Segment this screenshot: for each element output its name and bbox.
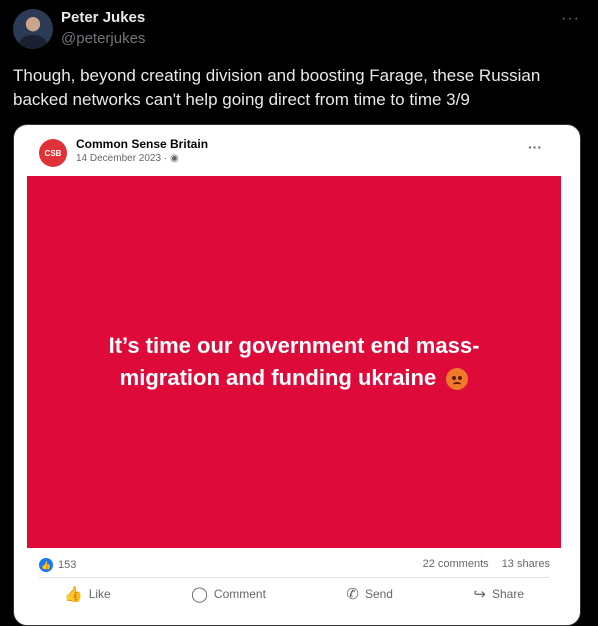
like-badge-icon: 👍	[39, 558, 53, 572]
engagement-counts: 22 comments 13 shares	[423, 558, 550, 570]
post-date: 14 December 2023 · ◉	[76, 153, 179, 164]
share-button[interactable]: ↪ Share	[448, 585, 549, 603]
post-actions: 👍 Like ◯ Comment ✆ Send ↪ Share	[39, 585, 549, 603]
thumbs-up-icon: 👍	[64, 586, 83, 603]
author-name[interactable]: Peter Jukes	[61, 9, 145, 26]
angry-face-icon	[446, 368, 469, 391]
post-banner: It’s time our government end mass-migrat…	[27, 176, 561, 548]
embedded-post-image[interactable]: CSB Common Sense Britain 14 December 202…	[13, 124, 581, 626]
tweet-more-icon[interactable]: ···	[561, 10, 580, 28]
like-label: Like	[88, 587, 111, 601]
shares-count[interactable]: 13 shares	[502, 558, 550, 570]
comment-icon: ◯	[191, 586, 208, 603]
comment-button[interactable]: ◯ Comment	[166, 585, 291, 603]
share-icon: ↪	[473, 586, 486, 603]
send-label: Send	[364, 587, 393, 601]
comments-count[interactable]: 22 comments	[423, 558, 489, 570]
author-handle[interactable]: @peterjukes	[61, 30, 145, 47]
messenger-icon: ✆	[346, 586, 359, 603]
like-button[interactable]: 👍 Like	[39, 585, 136, 603]
reaction-count: 153	[58, 559, 77, 571]
divider	[39, 577, 549, 578]
banner-text: It’s time our government end mass-migrat…	[84, 330, 504, 394]
tweet-text: Though, beyond creating division and boo…	[13, 66, 541, 109]
share-label: Share	[491, 587, 524, 601]
page-name[interactable]: Common Sense Britain	[76, 137, 208, 151]
avatar-figure	[19, 35, 47, 49]
page-logo[interactable]: CSB	[39, 139, 67, 167]
banner-message: It’s time our government end mass-migrat…	[108, 333, 480, 390]
reaction-summary[interactable]: 👍 153	[39, 558, 76, 572]
author-avatar[interactable]	[13, 9, 53, 49]
post-more-icon[interactable]: ···	[528, 139, 542, 155]
send-button[interactable]: ✆ Send	[321, 585, 418, 603]
comment-label: Comment	[213, 587, 266, 601]
